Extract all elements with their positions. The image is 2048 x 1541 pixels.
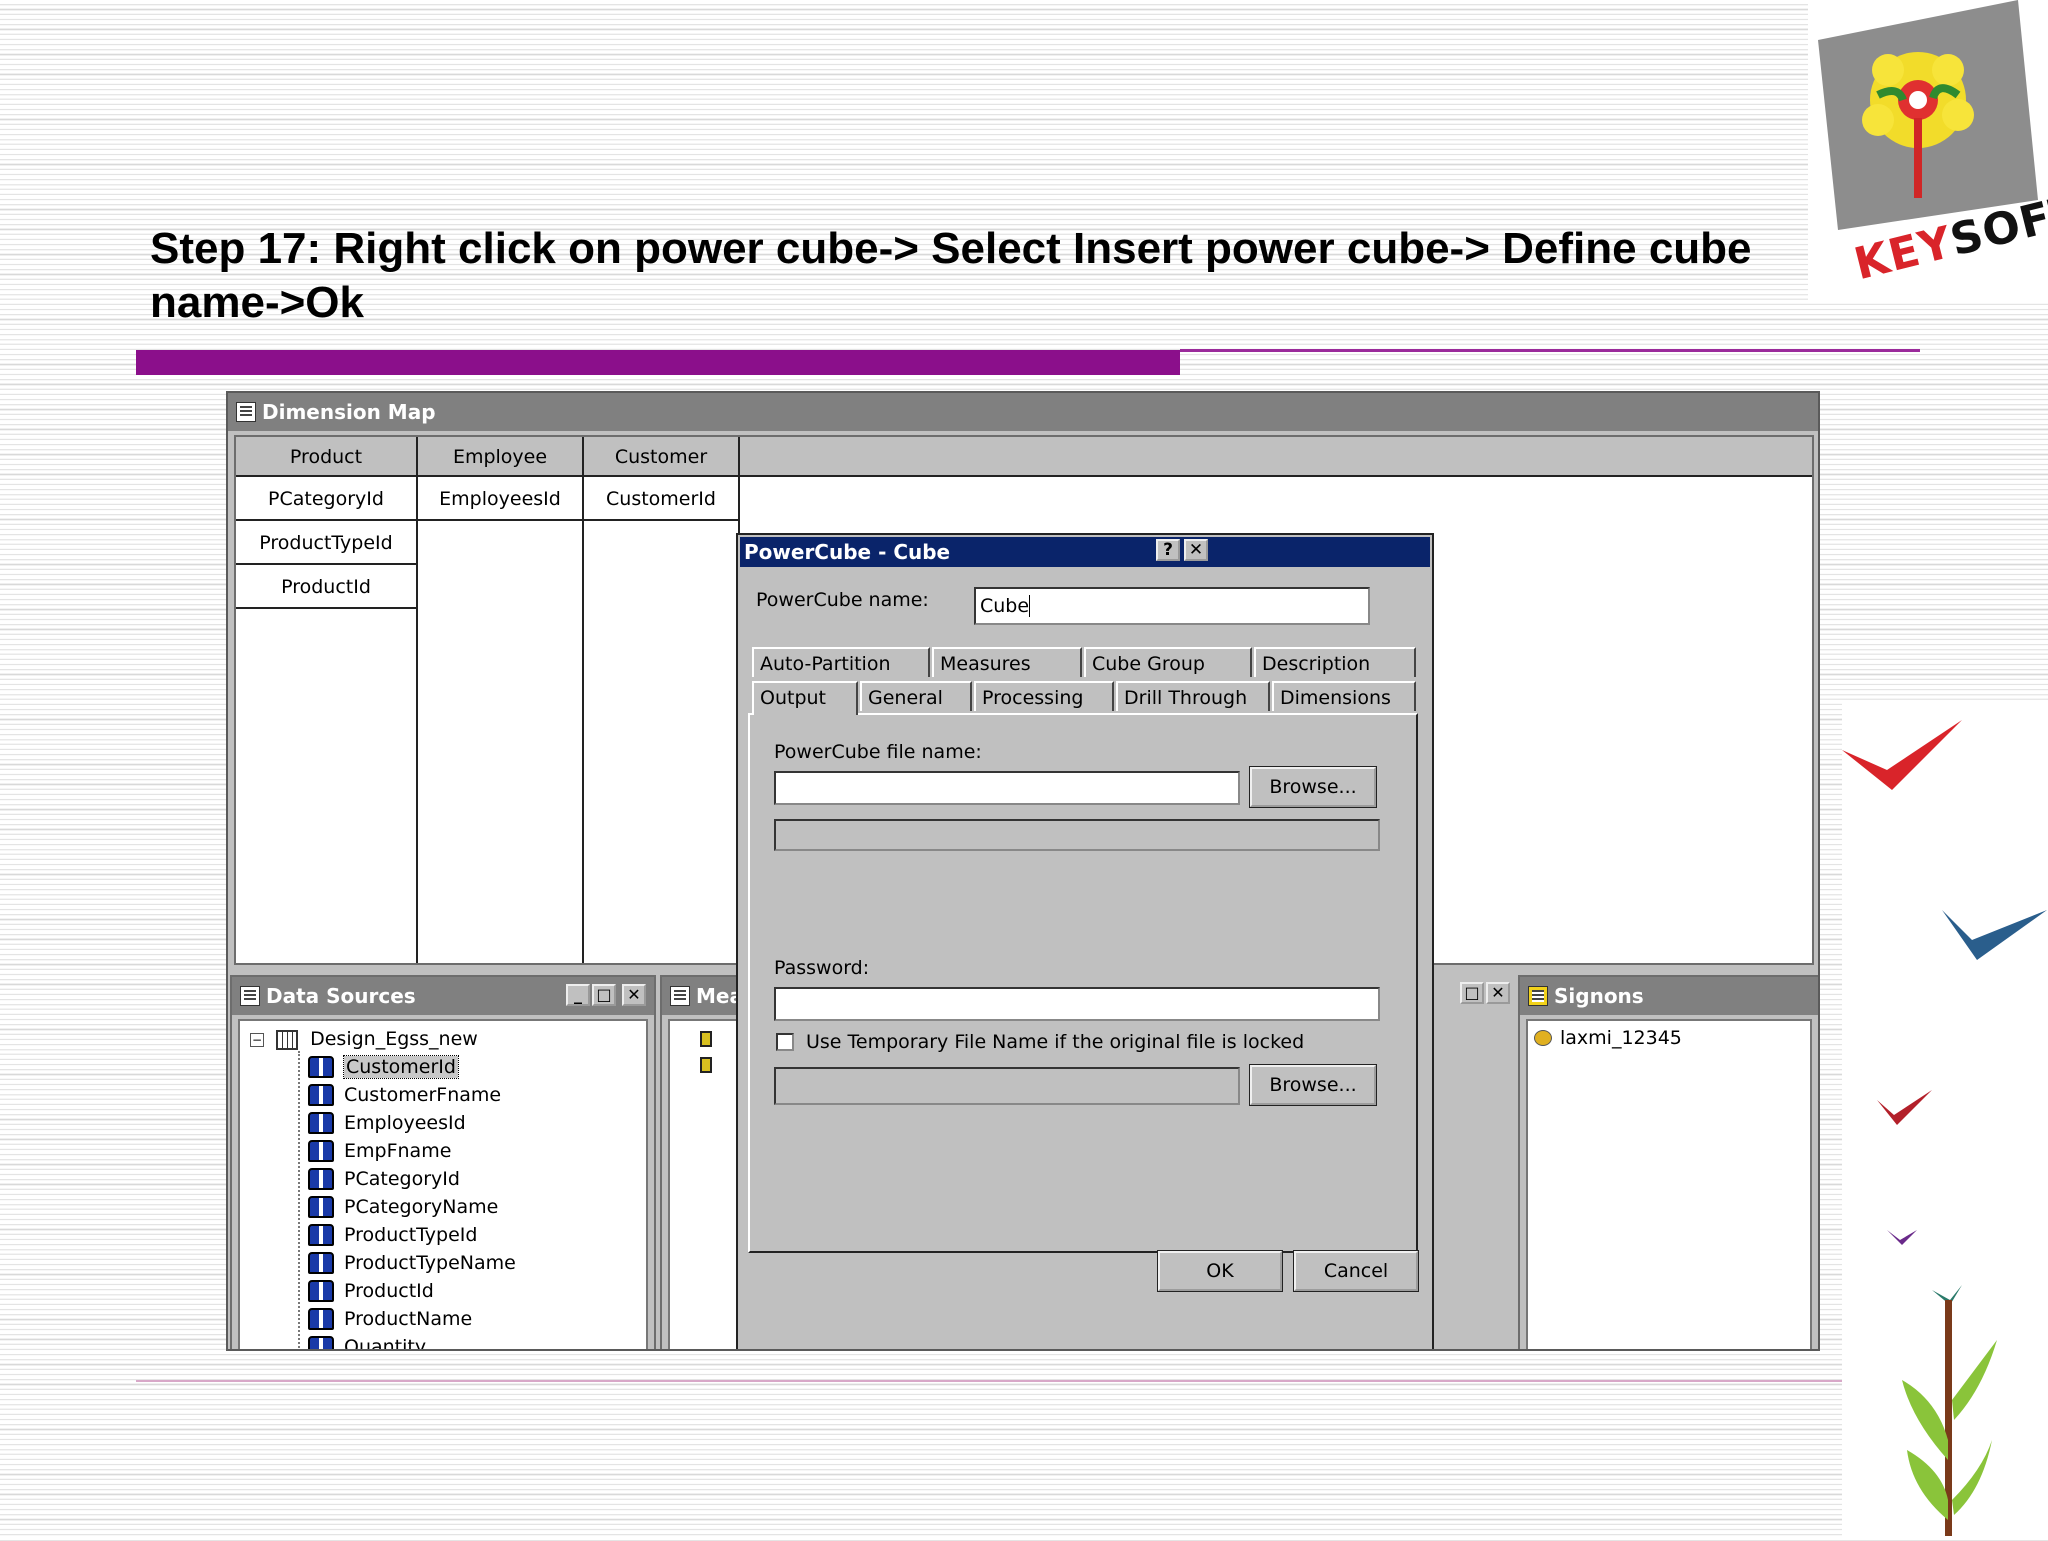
column-icon (308, 1056, 334, 1078)
list-item[interactable]: ProductName (308, 1305, 472, 1333)
powercube-name-input[interactable]: Cube (974, 587, 1370, 625)
column-icon (308, 1336, 334, 1349)
column-icon (308, 1084, 334, 1106)
tab-auto-partition[interactable]: Auto-Partition (752, 647, 930, 677)
dialog-close-button[interactable]: ✕ (1184, 539, 1208, 561)
tab-processing[interactable]: Processing (974, 681, 1114, 711)
level-cell[interactable]: CustomerId (584, 477, 738, 521)
list-item[interactable]: ProductTypeName (308, 1249, 516, 1277)
maximize-button[interactable]: □ (592, 984, 616, 1006)
column-header[interactable]: Product (236, 437, 416, 477)
powercube-dialog: PowerCube - Cube ? ✕ PowerCube name: Cub… (736, 533, 1434, 1349)
cancel-button[interactable]: Cancel (1293, 1250, 1419, 1292)
column-icon (308, 1112, 334, 1134)
dimension-column-product[interactable]: Product PCategoryId ProductTypeId Produc… (236, 437, 418, 963)
column-icon (308, 1168, 334, 1190)
root-label: Design_Egss_new (310, 1028, 478, 1050)
column-icon (308, 1308, 334, 1330)
slide-title: Step 17: Right click on power cube-> Sel… (150, 224, 1752, 327)
key-icon (1534, 1030, 1552, 1046)
level-cell[interactable]: EmployeesId (418, 477, 582, 521)
decorative-panel (1842, 700, 2048, 1536)
measure-icon (700, 1031, 712, 1047)
app-screenshot: Dimension Map Product PCategoryId Produc… (226, 391, 1820, 1351)
signon-icon (1528, 986, 1548, 1006)
dimension-column-employee[interactable]: Employee EmployeesId (418, 437, 584, 963)
measure-icon (700, 1057, 712, 1073)
column-icon (308, 1280, 334, 1302)
grid-icon (236, 402, 256, 422)
powercube-name-label: PowerCube name: (756, 589, 929, 611)
file-path-field (774, 819, 1380, 851)
signons-title: Signons (1554, 984, 1644, 1008)
hidden-pane-controls: □ ✕ (1428, 975, 1514, 1017)
minimize-button[interactable]: _ (566, 984, 590, 1006)
column-header[interactable]: Employee (418, 437, 582, 477)
tab-drill-through[interactable]: Drill Through (1116, 681, 1270, 711)
list-item[interactable]: CustomerId (308, 1053, 459, 1081)
list-item[interactable]: CustomerFname (308, 1081, 501, 1109)
column-icon (308, 1140, 334, 1162)
list-item[interactable]: EmployeesId (308, 1109, 466, 1137)
list-item[interactable]: Quantity (308, 1333, 426, 1349)
title-underline (136, 350, 1180, 375)
browse-button-2[interactable]: Browse... (1249, 1064, 1377, 1106)
dimension-map-titlebar: Dimension Map (228, 393, 1818, 431)
data-sources-pane: Data Sources _ □ ✕ − Design_Egss_new Cus… (230, 975, 656, 1349)
help-button[interactable]: ? (1156, 539, 1180, 561)
maximize-button[interactable]: □ (1460, 982, 1484, 1004)
dimension-header-strip (740, 437, 1812, 477)
ok-button[interactable]: OK (1157, 1250, 1283, 1292)
level-cell[interactable]: PCategoryId (236, 477, 416, 521)
data-sources-titlebar: Data Sources (232, 977, 654, 1015)
tab-output[interactable]: Output (752, 681, 858, 715)
tab-general[interactable]: General (860, 681, 972, 711)
signons-pane: Signons laxmi_12345 (1518, 975, 1818, 1349)
data-sources-title: Data Sources (266, 984, 416, 1008)
dialog-title: PowerCube - Cube (744, 540, 951, 564)
title-underline-thin (1180, 349, 1920, 352)
tab-description[interactable]: Description (1254, 647, 1416, 677)
list-item[interactable]: laxmi_12345 (1534, 1025, 1682, 1051)
tree-root[interactable]: − Design_Egss_new (250, 1025, 478, 1053)
signons-list: laxmi_12345 (1526, 1019, 1812, 1349)
dimension-column-customer[interactable]: Customer CustomerId (584, 437, 740, 963)
checkmarks-decoration-icon (1842, 720, 2047, 1536)
level-cell[interactable]: ProductId (236, 565, 416, 609)
tree-connector (298, 1051, 300, 1349)
table-icon (276, 1029, 299, 1050)
measures-icon (670, 986, 690, 1006)
collapse-icon[interactable]: − (250, 1032, 264, 1047)
list-item[interactable]: EmpFname (308, 1137, 451, 1165)
list-item[interactable]: PCategoryId (308, 1165, 460, 1193)
tab-dimensions[interactable]: Dimensions (1272, 681, 1416, 711)
list-item[interactable]: PCategoryName (308, 1193, 498, 1221)
password-label: Password: (774, 957, 870, 979)
tab-cube-group[interactable]: Cube Group (1084, 647, 1252, 677)
temp-file-checkbox[interactable] (776, 1033, 794, 1051)
column-icon (308, 1252, 334, 1274)
dialog-titlebar: PowerCube - Cube (740, 537, 1430, 567)
temp-file-path-field (774, 1067, 1240, 1105)
data-source-icon (240, 986, 260, 1006)
file-name-label: PowerCube file name: (774, 741, 982, 763)
column-header[interactable]: Customer (584, 437, 738, 477)
column-icon (308, 1196, 334, 1218)
dimension-map-title: Dimension Map (262, 400, 436, 424)
tab-measures[interactable]: Measures (932, 647, 1082, 677)
level-cell[interactable]: ProductTypeId (236, 521, 416, 565)
password-field[interactable] (774, 987, 1380, 1021)
column-icon (308, 1224, 334, 1246)
signons-titlebar: Signons (1520, 977, 1818, 1015)
footer-rule (136, 1380, 1842, 1382)
close-button[interactable]: ✕ (1486, 982, 1510, 1004)
list-item[interactable]: ProductTypeId (308, 1221, 477, 1249)
output-tab-panel: PowerCube file name: Browse... Password:… (748, 713, 1418, 1253)
file-name-input[interactable] (774, 771, 1240, 805)
browse-button[interactable]: Browse... (1249, 766, 1377, 808)
temp-file-label: Use Temporary File Name if the original … (806, 1031, 1305, 1053)
close-button[interactable]: ✕ (622, 984, 646, 1006)
list-item[interactable]: ProductId (308, 1277, 434, 1305)
data-sources-tree: − Design_Egss_new CustomerId CustomerFna… (238, 1019, 648, 1349)
